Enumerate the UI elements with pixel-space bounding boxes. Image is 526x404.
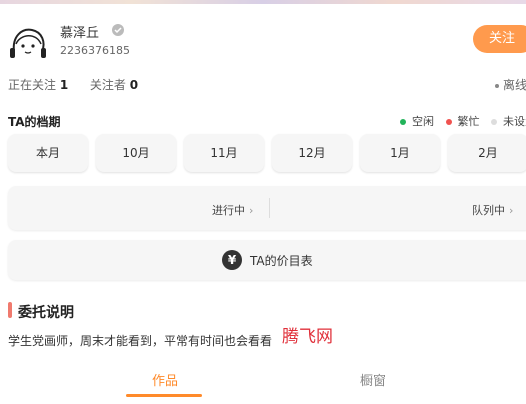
legend-free: 空闲 [412,115,434,128]
active-tab-indicator [126,394,202,397]
month-oct[interactable]: 10月 [96,134,176,172]
unset-dot-icon [491,119,497,125]
followers-label[interactable]: 关注者 [90,78,126,92]
month-jan[interactable]: 1月 [360,134,440,172]
month-current[interactable]: 本月 [8,134,88,172]
yen-icon: ¥ [222,250,242,270]
follow-button[interactable]: 关注 [473,25,526,53]
commission-title: 委托说明 [18,305,74,321]
user-id: 2236376185 [60,44,130,57]
legend-busy: 繁忙 [457,115,480,128]
profile-banner [0,0,526,4]
legend-unset: 未设置 [503,115,526,128]
queued-link[interactable]: 队列中 › [472,202,513,218]
follow-stats: 正在关注 1 关注者 0 [8,76,138,93]
status-dot-icon [495,83,499,88]
month-feb[interactable]: 2月 [448,134,526,172]
commission-description: 学生党画师，周末才能看到，平常有时间也会看看 [8,334,273,348]
busy-dot-icon [445,119,452,125]
free-dot-icon [400,119,406,125]
order-status-row: 进行中 › 队列中 › [8,186,526,230]
watermark: 腾飞网 [282,327,333,347]
tab-showcase[interactable]: 橱窗 [360,370,386,389]
chevron-right-icon: › [509,204,514,217]
cartoon-avatar-icon[interactable] [8,22,48,62]
schedule-legend: 空闲 繁忙 未设置 [400,113,526,129]
following-label[interactable]: 正在关注 [8,78,56,92]
username: 慕泽丘 [60,26,100,41]
followers-count[interactable]: 0 [130,78,138,92]
section-marker [8,302,12,318]
divider [269,198,270,218]
month-nov[interactable]: 11月 [184,134,264,172]
price-list-label: TA的价目表 [250,254,313,268]
chevron-right-icon: › [249,204,254,217]
following-count[interactable]: 1 [60,78,68,92]
price-list-button[interactable]: ¥ TA的价目表 [8,240,526,280]
online-status: 离线 [495,76,526,93]
in-progress-link[interactable]: 进行中 › [212,202,253,218]
verified-badge-icon [112,24,124,36]
month-dec[interactable]: 12月 [272,134,352,172]
tab-works[interactable]: 作品 [152,370,178,389]
schedule-title: TA的档期 [8,115,61,129]
